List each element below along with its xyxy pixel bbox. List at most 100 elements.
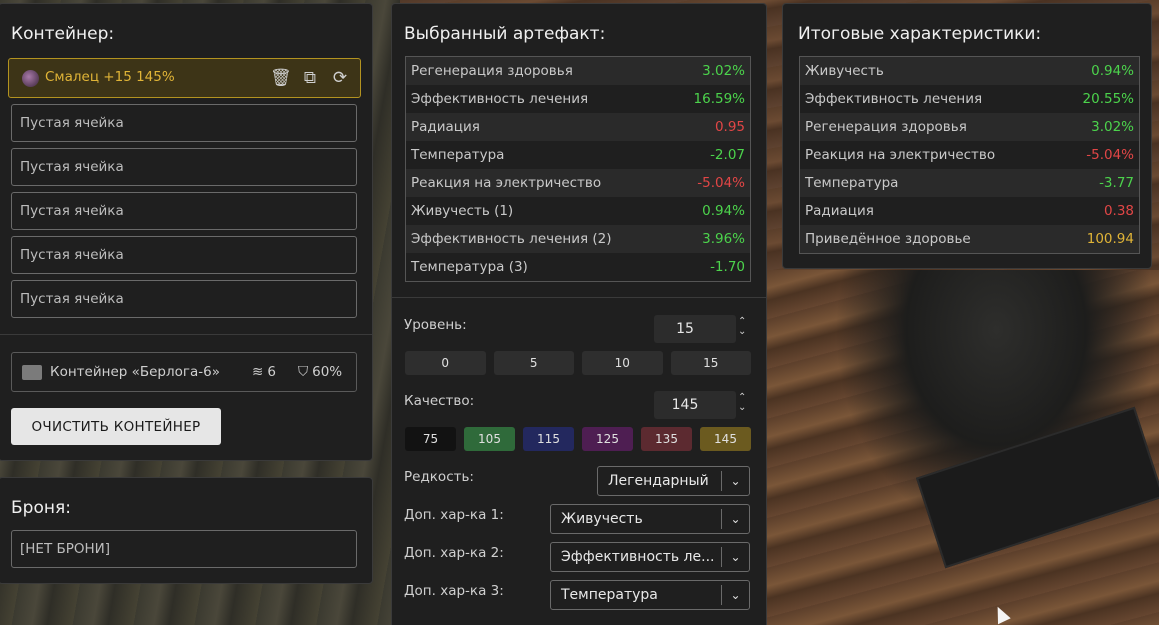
stat-name: Температура (3) xyxy=(411,259,528,275)
chevron-down-icon[interactable]: ⌄ xyxy=(738,403,748,413)
box-name: Контейнер «Берлога-6» xyxy=(50,364,220,380)
quality-preset-button[interactable]: 135 xyxy=(641,427,692,451)
table-row: Живучесть (1) 0.94% xyxy=(406,197,750,225)
stat-name: Эффективность лечения (2) xyxy=(411,231,612,247)
table-row: Живучесть 0.94% xyxy=(800,57,1139,85)
extra1-select[interactable]: Живучесть ⌄ xyxy=(550,504,750,534)
chevron-down-icon: ⌄ xyxy=(721,471,749,491)
quality-preset-button[interactable]: 105 xyxy=(464,427,515,451)
layers-icon: ≋ xyxy=(252,364,264,380)
quality-stepper[interactable]: ⌃ ⌄ xyxy=(738,393,748,413)
table-row: Реакция на электричество -5.04% xyxy=(800,141,1139,169)
table-row: Температура -2.07 xyxy=(406,141,750,169)
table-row: Температура -3.77 xyxy=(800,169,1139,197)
table-row: Температура (3) -1.70 xyxy=(406,253,750,281)
stat-value: 0.95 xyxy=(714,119,745,135)
container-title: Контейнер: xyxy=(11,24,115,44)
stat-name: Реакция на электричество xyxy=(411,175,602,191)
quality-preset-button[interactable]: 125 xyxy=(582,427,633,451)
quality-preset-button[interactable]: 145 xyxy=(700,427,751,451)
extra2-value: Эффективность ле... xyxy=(561,549,715,565)
stat-name: Температура xyxy=(411,147,505,163)
armor-slot[interactable]: [НЕТ БРОНИ] xyxy=(11,530,357,568)
totals-stats-table: Живучесть 0.94% Эффективность лечения 20.5… xyxy=(799,56,1140,254)
clear-container-button[interactable]: ОЧИСТИТЬ КОНТЕЙНЕР xyxy=(11,408,221,445)
table-row: Регенерация здоровья 3.02% xyxy=(800,113,1139,141)
stat-name: Эффективность лечения xyxy=(411,91,589,107)
container-divider xyxy=(0,334,372,335)
stat-value: -3.77 xyxy=(1099,175,1134,191)
table-row: Радиация 0.38 xyxy=(800,197,1139,225)
box-protection: ⛉ 60% xyxy=(298,364,342,380)
container-cell-empty[interactable]: Пустая ячейка xyxy=(11,192,357,230)
stat-value: -5.04% xyxy=(697,175,745,191)
container-cell-empty[interactable]: Пустая ячейка xyxy=(11,280,357,318)
level-preset-button[interactable]: 0 xyxy=(405,351,486,375)
chevron-down-icon[interactable]: ⌄ xyxy=(738,327,748,337)
chevron-down-icon: ⌄ xyxy=(721,585,749,605)
extra3-select[interactable]: Температура ⌄ xyxy=(550,580,750,610)
stat-value: 16.59% xyxy=(693,91,745,107)
artifact-icon xyxy=(22,70,39,87)
stat-name: Эффективность лечения xyxy=(805,91,983,107)
artifact-stats-table: Регенерация здоровья 3.02% Эффективность … xyxy=(405,56,751,282)
rarity-select[interactable]: Легендарный ⌄ xyxy=(597,466,750,496)
stat-value: -2.07 xyxy=(710,147,745,163)
trash-icon[interactable]: 🗑 xyxy=(270,68,292,88)
table-row: Эффективность лечения (2) 3.96% xyxy=(406,225,750,253)
stat-value: 0.94% xyxy=(702,203,745,219)
level-preset-button[interactable]: 5 xyxy=(493,351,574,375)
level-presets: 0 5 10 15 xyxy=(405,351,751,375)
quality-presets: 75 105 115 125 135 145 xyxy=(405,427,751,451)
level-input[interactable]: 15 xyxy=(654,315,736,343)
extra1-value: Живучесть xyxy=(561,511,643,527)
box-protection-value: 60% xyxy=(312,364,343,380)
stat-value: 20.55% xyxy=(1082,91,1134,107)
level-stepper[interactable]: ⌃ ⌄ xyxy=(738,317,748,337)
armor-panel: Броня: [НЕТ БРОНИ] xyxy=(0,477,373,584)
quality-label: Качество: xyxy=(404,393,475,409)
copy-icon[interactable]: ⧉ xyxy=(300,68,320,88)
cell-actions: 🗑 ⧉ ⟳ xyxy=(270,68,350,88)
stat-value: 3.02% xyxy=(702,63,745,79)
container-box-card[interactable]: Контейнер «Берлога-6» ≋ 6 ⛉ 60% xyxy=(11,352,357,392)
level-preset-button[interactable]: 10 xyxy=(582,351,663,375)
container-cell-empty[interactable]: Пустая ячейка xyxy=(11,236,357,274)
stat-name: Температура xyxy=(805,175,899,191)
artifact-divider xyxy=(392,297,766,298)
extra2-select[interactable]: Эффективность ле... ⌄ xyxy=(550,542,750,572)
container-cell-empty[interactable]: Пустая ячейка xyxy=(11,148,357,186)
selected-cell-label: Смалец +15 145% xyxy=(45,69,175,85)
table-row: Радиация 0.95 xyxy=(406,113,750,141)
stat-name: Живучесть (1) xyxy=(411,203,514,219)
table-row: Приведённое здоровье 100.94 xyxy=(800,225,1139,253)
stat-value: -5.04% xyxy=(1086,147,1134,163)
table-row: Регенерация здоровья 3.02% xyxy=(406,57,750,85)
container-cell-empty[interactable]: Пустая ячейка xyxy=(11,104,357,142)
stat-name: Приведённое здоровье xyxy=(805,231,971,247)
stat-name: Радиация xyxy=(805,203,874,219)
stat-value: 3.96% xyxy=(702,231,745,247)
refresh-icon[interactable]: ⟳ xyxy=(330,68,350,88)
quality-input[interactable]: 145 xyxy=(654,391,736,419)
stat-value: 0.94% xyxy=(1091,63,1134,79)
extra3-value: Температура xyxy=(561,587,658,603)
chevron-down-icon: ⌄ xyxy=(721,547,749,567)
extra3-label: Доп. хар-ка 3: xyxy=(404,583,504,599)
table-row: Эффективность лечения 16.59% xyxy=(406,85,750,113)
stat-value: -1.70 xyxy=(710,259,745,275)
rarity-value: Легендарный xyxy=(608,473,709,489)
stat-name: Радиация xyxy=(411,119,480,135)
quality-preset-button[interactable]: 75 xyxy=(405,427,456,451)
artifact-panel: Выбранный артефакт: Регенерация здоровья… xyxy=(391,3,767,625)
container-cell-selected[interactable]: Смалец +15 145% 🗑 ⧉ ⟳ xyxy=(8,58,361,98)
box-slots-value: 6 xyxy=(267,364,276,380)
stat-value: 3.02% xyxy=(1091,119,1134,135)
artifact-title: Выбранный артефакт: xyxy=(404,24,606,44)
stat-name: Регенерация здоровья xyxy=(411,63,573,79)
quality-preset-button[interactable]: 115 xyxy=(523,427,574,451)
table-row: Реакция на электричество -5.04% xyxy=(406,169,750,197)
level-preset-button[interactable]: 15 xyxy=(670,351,751,375)
stat-value: 100.94 xyxy=(1086,231,1134,247)
level-label: Уровень: xyxy=(404,317,467,333)
